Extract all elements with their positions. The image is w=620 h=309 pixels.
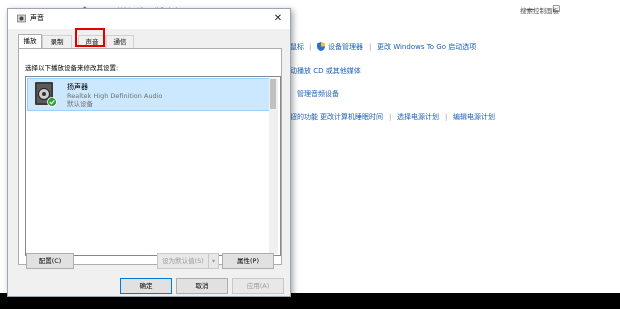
set-default-dropdown[interactable]: ▾ — [208, 253, 219, 269]
device-driver: Realtek High Definition Audio — [67, 92, 163, 100]
speaker-device-icon — [35, 82, 57, 107]
device-status: 默认设备 — [67, 100, 93, 108]
tab-recording[interactable]: 录制 — [42, 35, 72, 49]
instruction-text: 选择以下播放设备来修改其设置: — [25, 64, 119, 72]
apply-button[interactable]: 应用(A) — [232, 278, 284, 294]
shield-icon — [317, 42, 325, 51]
speaker-icon — [17, 14, 26, 23]
link-device-manager[interactable]: 设备管理器 — [328, 42, 363, 52]
dialog-title: 声音 — [30, 14, 44, 22]
link-manage-audio-devices[interactable]: 管理音频设备 — [297, 89, 339, 99]
link-power-plan[interactable]: 选择电源计划 — [397, 112, 439, 122]
link-sleep-time[interactable]: 更改计算机睡眠时间 — [320, 112, 383, 122]
dialog-titlebar: 声音 ✕ — [8, 9, 290, 29]
set-default-button[interactable]: 设为默认值(S) — [157, 253, 209, 269]
ok-button[interactable]: 确定 — [120, 278, 172, 294]
tab-communications[interactable]: 通信 — [106, 35, 134, 49]
close-button[interactable]: ✕ — [272, 13, 284, 25]
link-autoplay[interactable]: 动播放 CD 或其他媒体 — [290, 66, 361, 76]
sound-dialog: 声音 ✕ 播放 录制 声音 通信 选择以下播放设备来修改其设置: 扬声器 Rea… — [7, 8, 291, 297]
device-name: 扬声器 — [67, 83, 88, 91]
scrollbar-thumb[interactable] — [270, 79, 276, 109]
scrollbar[interactable] — [269, 78, 278, 254]
list-item[interactable]: 扬声器 Realtek High Definition Audio 默认设备 — [27, 78, 270, 111]
device-list[interactable]: 扬声器 Realtek High Definition Audio 默认设备 — [25, 76, 281, 256]
configure-button[interactable]: 配置(C) — [26, 253, 74, 269]
link-windows-to-go[interactable]: 更改 Windows To Go 启动选项 — [377, 42, 476, 52]
maximize-button[interactable]: ☐ — [549, 4, 563, 16]
minimize-button[interactable]: — — [523, 4, 537, 16]
cancel-button[interactable]: 取消 — [176, 278, 228, 294]
properties-button[interactable]: 属性(P) — [222, 253, 274, 269]
annotation-highlight-box — [75, 28, 105, 47]
link-edit-power-plan[interactable]: 编辑电源计划 — [453, 112, 495, 122]
link-mouse[interactable]: 鼠标 — [290, 42, 304, 52]
